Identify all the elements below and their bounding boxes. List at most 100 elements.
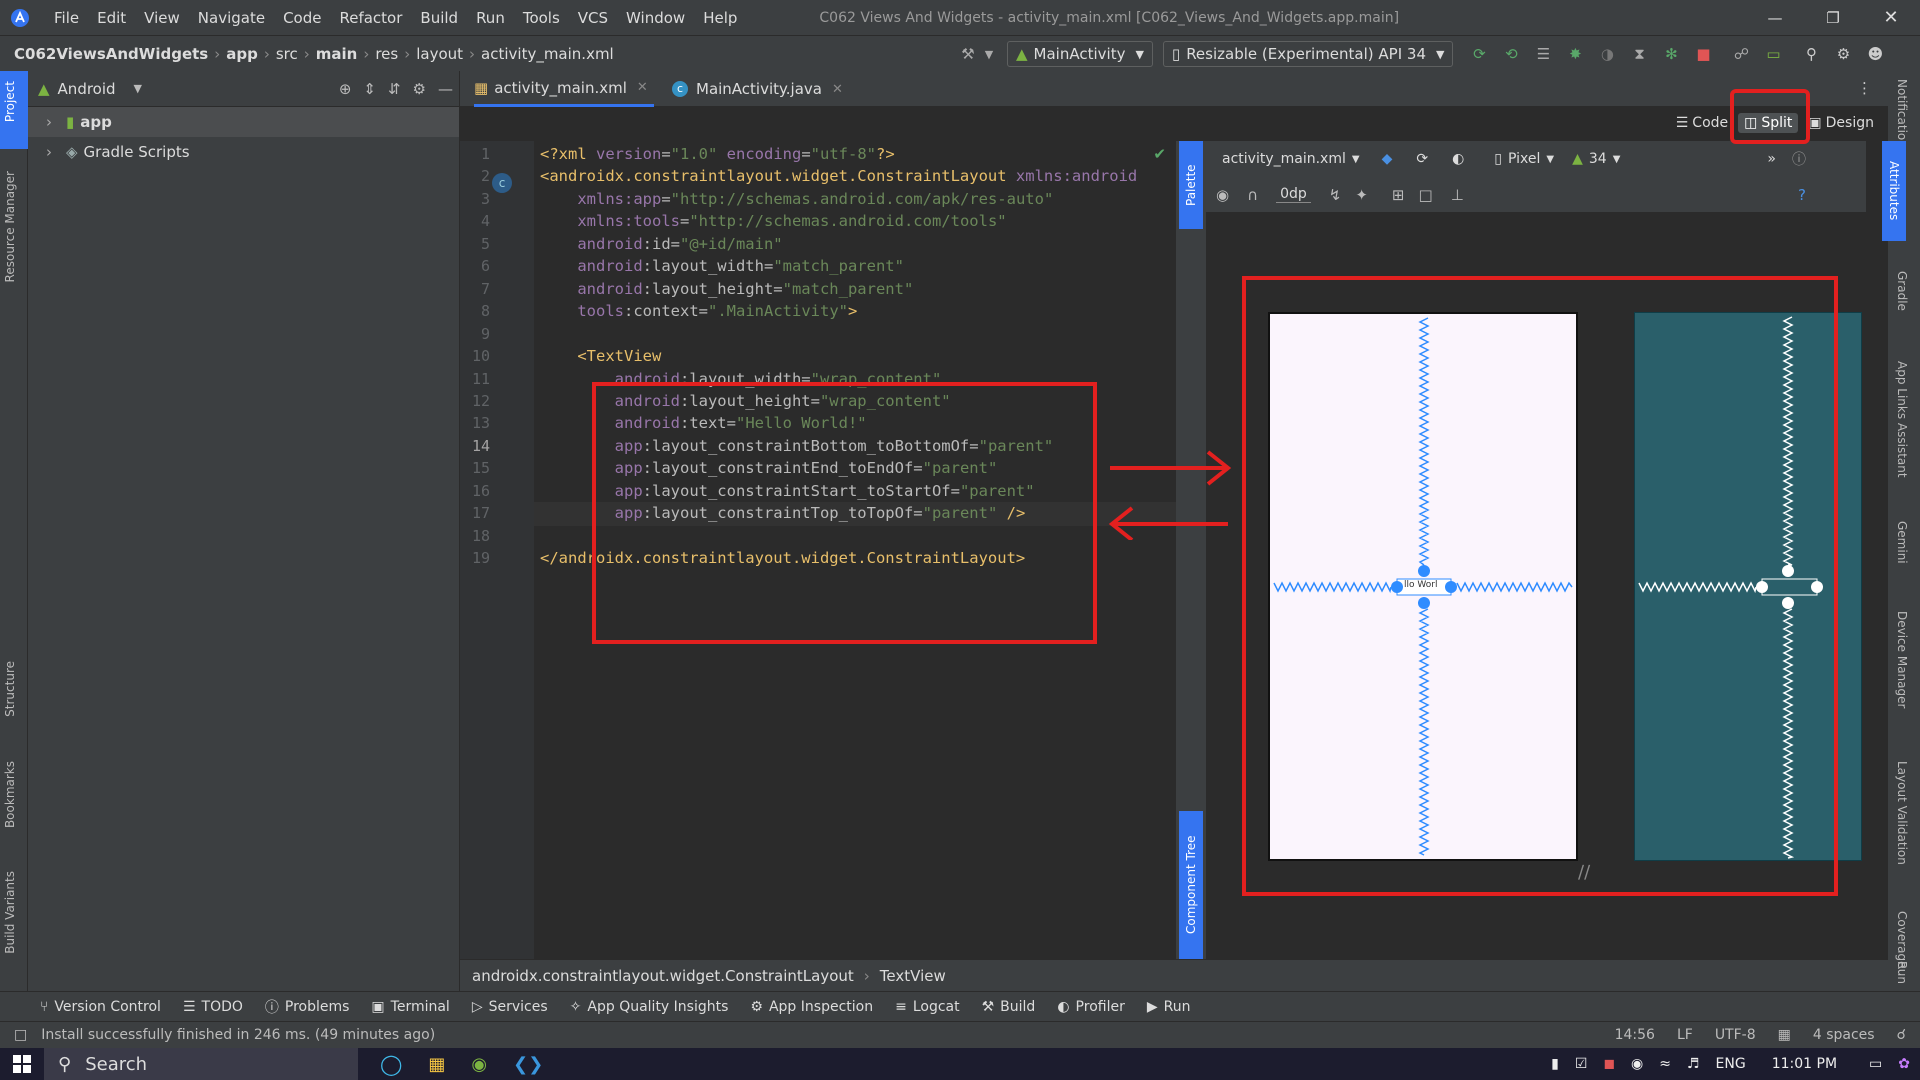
- tool-window-profiler[interactable]: ◐ Profiler: [1057, 999, 1125, 1015]
- device-manager-icon[interactable]: ▭: [1757, 45, 1789, 63]
- tree-item-app[interactable]: › ▮ app: [28, 107, 459, 137]
- class-gutter-icon[interactable]: c: [492, 173, 512, 193]
- device-select[interactable]: ▯ Resizable (Experimental) API 34 ▼: [1162, 41, 1454, 67]
- tool-window-services[interactable]: ▷ Services: [472, 999, 548, 1015]
- breadcrumb-item[interactable]: layout: [416, 45, 463, 63]
- wifi-icon[interactable]: ≈: [1659, 1056, 1671, 1072]
- chevron-right-icon[interactable]: ›: [46, 113, 66, 131]
- align-icon[interactable]: □: [1419, 186, 1433, 204]
- apply-code-changes-icon[interactable]: ⟲: [1495, 45, 1527, 63]
- close-icon[interactable]: ✕: [1862, 0, 1920, 35]
- stop-icon[interactable]: ■: [1687, 45, 1719, 63]
- copilot-icon[interactable]: ✿: [1898, 1056, 1910, 1072]
- collapse-all-icon[interactable]: ⇵: [388, 80, 401, 98]
- breadcrumb-item[interactable]: src: [276, 45, 298, 63]
- tab-gemini[interactable]: Gemini: [1895, 521, 1909, 564]
- tab-gradle[interactable]: Gradle: [1895, 271, 1909, 311]
- tool-window-build[interactable]: ⚒ Build: [982, 999, 1036, 1015]
- menu-build[interactable]: Build: [420, 9, 458, 27]
- menu-edit[interactable]: Edit: [97, 9, 126, 27]
- locate-icon[interactable]: ⊕: [339, 80, 352, 98]
- menu-vcs[interactable]: VCS: [578, 9, 608, 27]
- gear-icon[interactable]: ⚙: [1827, 45, 1859, 63]
- unlock-icon[interactable]: ☌: [1897, 1027, 1906, 1043]
- device-mirroring-icon[interactable]: ☍: [1725, 45, 1757, 63]
- apply-changes-icon[interactable]: ⟳: [1463, 45, 1495, 63]
- menu-refactor[interactable]: Refactor: [339, 9, 402, 27]
- menu-navigate[interactable]: Navigate: [198, 9, 265, 27]
- default-margin-select[interactable]: 0dp: [1276, 186, 1311, 203]
- notifications-icon[interactable]: ▭: [1869, 1056, 1882, 1072]
- tool-window-problems[interactable]: ⓘ Problems: [265, 997, 350, 1017]
- magnet-off-icon[interactable]: ∩: [1247, 186, 1258, 204]
- tool-window-run[interactable]: ▶ Run: [1147, 999, 1191, 1015]
- tool-window-todo[interactable]: ☰ TODO: [183, 999, 243, 1015]
- tab-attributes[interactable]: Attributes: [1882, 141, 1906, 241]
- menu-view[interactable]: View: [144, 9, 180, 27]
- profile-icon[interactable]: ⧗: [1623, 45, 1655, 63]
- expand-all-icon[interactable]: ⇕: [363, 80, 376, 98]
- chevron-down-icon[interactable]: ▼: [1352, 154, 1360, 165]
- tray-security-icon[interactable]: ☑: [1575, 1056, 1588, 1072]
- night-mode-icon[interactable]: ◐: [1452, 151, 1464, 167]
- tab-run[interactable]: Run: [1895, 961, 1909, 984]
- menu-window[interactable]: Window: [626, 9, 685, 27]
- debug-icon[interactable]: ✸: [1559, 45, 1591, 63]
- indent-setting[interactable]: 4 spaces: [1813, 1027, 1875, 1043]
- more-options-icon[interactable]: ⋮: [1857, 79, 1872, 97]
- tool-window-terminal[interactable]: ▣ Terminal: [371, 999, 449, 1015]
- status-toggle-icon[interactable]: □: [14, 1027, 27, 1043]
- baseline-icon[interactable]: ⊥: [1451, 186, 1464, 204]
- tool-window-version-control[interactable]: ⑂ Version Control: [40, 999, 161, 1015]
- tab-coverage[interactable]: Coverage: [1895, 911, 1909, 969]
- device-preview-select[interactable]: Pixel: [1508, 151, 1540, 167]
- restore-icon[interactable]: ❐: [1804, 0, 1862, 35]
- breadcrumb-item[interactable]: main: [316, 45, 358, 63]
- tab-component-tree[interactable]: Component Tree: [1179, 811, 1203, 959]
- lock-icon[interactable]: ▦: [1778, 1027, 1791, 1043]
- line-separator[interactable]: LF: [1677, 1027, 1693, 1043]
- tab-build-variants[interactable]: Build Variants: [3, 871, 17, 954]
- menu-help[interactable]: Help: [703, 9, 737, 27]
- chevron-down-icon[interactable]: ▼: [981, 48, 997, 61]
- close-icon[interactable]: ✕: [832, 82, 843, 97]
- tab-layout-validation[interactable]: Layout Validation: [1895, 761, 1909, 865]
- menu-run[interactable]: Run: [476, 9, 505, 27]
- tab-mainactivity-java[interactable]: c MainActivity.java ✕: [672, 71, 843, 107]
- chevron-right-icon[interactable]: ›: [46, 143, 66, 161]
- tree-item-gradle-scripts[interactable]: › ◈ Gradle Scripts: [28, 137, 459, 167]
- tab-palette[interactable]: Palette: [1179, 141, 1203, 229]
- breadcrumb-item[interactable]: C062ViewsAndWidgets: [14, 45, 208, 63]
- file-encoding[interactable]: UTF-8: [1715, 1027, 1756, 1043]
- vscode-icon[interactable]: ❮❯: [513, 1054, 543, 1075]
- warning-icon[interactable]: ⓘ: [1792, 149, 1806, 169]
- caret-position[interactable]: 14:56: [1615, 1027, 1655, 1043]
- tab-app-links-assistant[interactable]: App Links Assistant: [1895, 361, 1909, 478]
- minimize-icon[interactable]: —: [1746, 0, 1804, 35]
- taskbar-search[interactable]: ⚲ Search: [44, 1048, 358, 1080]
- tab-resource-manager[interactable]: Resource Manager: [3, 171, 17, 282]
- search-icon[interactable]: ⚲: [1795, 45, 1827, 63]
- breadcrumb-item[interactable]: activity_main.xml: [481, 45, 614, 63]
- breadcrumb-textview[interactable]: TextView: [880, 967, 946, 985]
- tray-battery-icon[interactable]: ▮: [1551, 1056, 1559, 1072]
- tray-app-icon[interactable]: ◼: [1603, 1056, 1615, 1072]
- project-view-select[interactable]: Android: [58, 80, 116, 98]
- close-icon[interactable]: ✕: [637, 80, 648, 95]
- tab-structure[interactable]: Structure: [3, 661, 17, 717]
- language-indicator[interactable]: ENG: [1716, 1056, 1746, 1072]
- tray-network-icon[interactable]: ◉: [1631, 1056, 1643, 1072]
- layout-file-select[interactable]: activity_main.xml: [1222, 151, 1346, 167]
- menu-file[interactable]: File: [54, 9, 79, 27]
- design-mode-button[interactable]: ▣ Design: [1802, 115, 1880, 131]
- tool-window-app-quality-insights[interactable]: ✧ App Quality Insights: [570, 999, 729, 1015]
- edge-icon[interactable]: ◯: [380, 1052, 402, 1076]
- breadcrumb-constraintlayout[interactable]: androidx.constraintlayout.widget.Constra…: [472, 967, 854, 985]
- chevron-down-icon[interactable]: ▼: [134, 82, 142, 95]
- breadcrumb-item[interactable]: app: [226, 45, 258, 63]
- coverage-icon[interactable]: ◑: [1591, 45, 1623, 63]
- file-explorer-icon[interactable]: ▦: [428, 1054, 445, 1075]
- tool-window-app-inspection[interactable]: ⚙ App Inspection: [750, 999, 873, 1015]
- code-mode-button[interactable]: ☰ Code: [1670, 115, 1734, 131]
- menu-code[interactable]: Code: [283, 9, 321, 27]
